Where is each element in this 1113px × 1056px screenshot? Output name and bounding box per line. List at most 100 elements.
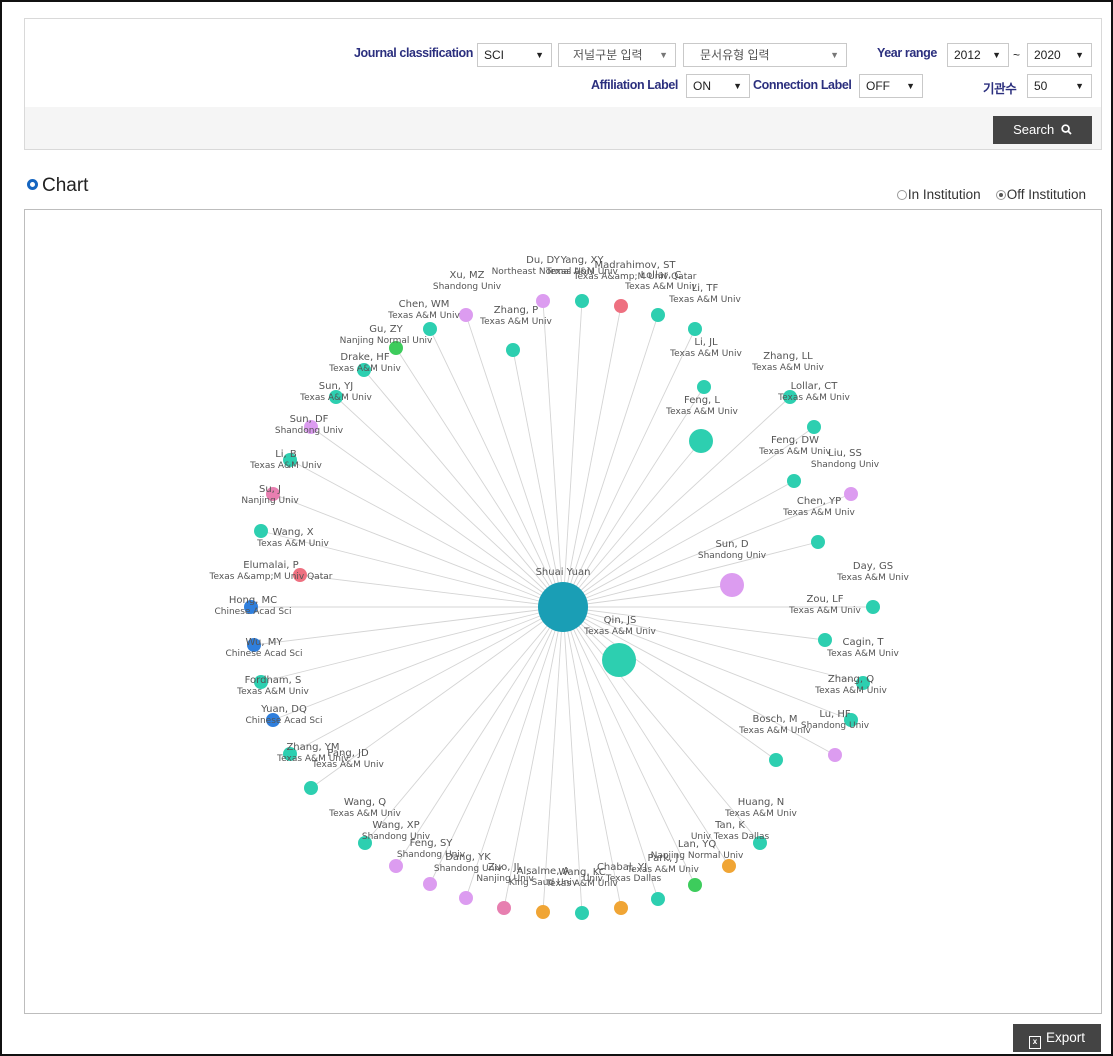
network-node[interactable]	[688, 878, 702, 892]
node-name-label: Du, DY	[526, 255, 561, 266]
network-node[interactable]	[459, 891, 473, 905]
network-node[interactable]	[651, 308, 665, 322]
node-name-label: Li, JL	[694, 337, 718, 348]
node-name-label: Drake, HF	[340, 352, 389, 363]
node-affiliation-label: Texas A&M Univ	[299, 393, 372, 403]
network-node[interactable]	[807, 420, 821, 434]
node-name-label: Wang, Q	[344, 797, 386, 808]
dropdown-arrow-icon: ▼	[1075, 50, 1084, 60]
node-name-label: Lollar, C	[641, 270, 682, 281]
network-node[interactable]	[575, 906, 589, 920]
journal-type-select[interactable]: 저널구분 입력 ▼	[558, 43, 676, 67]
node-name-label: Hong, MC	[229, 595, 277, 606]
node-name-label: Wu, MY	[246, 637, 284, 648]
dropdown-arrow-icon: ▼	[906, 81, 915, 91]
network-node[interactable]	[697, 380, 711, 394]
network-node[interactable]	[423, 877, 437, 891]
network-node[interactable]	[787, 474, 801, 488]
node-affiliation-label: Shandong Univ	[801, 721, 870, 731]
network-node[interactable]	[536, 905, 550, 919]
connection-label-value: OFF	[866, 79, 890, 93]
network-node[interactable]	[423, 322, 437, 336]
node-affiliation-label: Nanjing Univ	[241, 496, 299, 506]
network-node[interactable]	[844, 487, 858, 501]
connection-label-select[interactable]: OFF ▼	[859, 74, 923, 98]
network-node[interactable]	[614, 299, 628, 313]
node-name-label: Yuan, DQ	[260, 704, 307, 715]
dropdown-arrow-icon: ▼	[1075, 81, 1084, 91]
institution-count-select[interactable]: 50 ▼	[1027, 74, 1092, 98]
node-affiliation-label: Texas A&M Univ	[624, 282, 697, 292]
network-chart-panel: Du, DY Northeast Normal Univ Yang, XY Texas…	[24, 209, 1102, 1014]
network-node[interactable]	[811, 535, 825, 549]
dropdown-arrow-icon: ▼	[992, 50, 1001, 60]
network-edge	[253, 606, 564, 646]
node-affiliation-label: Texas A&M Univ	[788, 606, 861, 616]
dropdown-arrow-icon: ▼	[733, 81, 742, 91]
node-name-label: Sun, YJ	[319, 381, 353, 392]
node-affiliation-label: Texas A&M Univ	[387, 311, 460, 321]
year-to-value: 2020	[1034, 48, 1061, 62]
document-type-select[interactable]: 문서유형 입력 ▼	[683, 43, 847, 67]
filter-panel: Journal classification SCI ▼ 저널구분 입력 ▼ 문서유…	[24, 18, 1102, 150]
year-to-select[interactable]: 2020 ▼	[1027, 43, 1092, 67]
center-node[interactable]	[538, 582, 588, 632]
radio-in-institution-label: In Institution	[907, 187, 981, 202]
network-edge	[299, 574, 564, 608]
node-name-label: Wang, XP	[372, 820, 419, 831]
node-name-label: Chen, WM	[399, 299, 450, 310]
network-node[interactable]	[459, 308, 473, 322]
network-node[interactable]	[722, 859, 736, 873]
network-node[interactable]	[614, 901, 628, 915]
network-node[interactable]	[689, 429, 713, 453]
network-node[interactable]	[866, 600, 880, 614]
node-name-label: Sun, D	[715, 539, 748, 550]
network-edge	[272, 493, 564, 608]
network-node[interactable]	[575, 294, 589, 308]
node-name-label: Feng, L	[684, 395, 720, 406]
network-node[interactable]	[720, 573, 744, 597]
node-affiliation-label: Nanjing Normal Univ	[340, 336, 433, 346]
node-affiliation-label: Texas A&M Univ	[236, 687, 309, 697]
export-button-label: Export	[1045, 1030, 1086, 1045]
network-edge	[542, 300, 564, 608]
network-node[interactable]	[818, 633, 832, 647]
node-affiliation-label: Texas A&M Univ	[479, 317, 552, 327]
journal-classification-select[interactable]: SCI ▼	[477, 43, 552, 67]
affiliation-label-select[interactable]: ON ▼	[686, 74, 750, 98]
network-edge	[562, 541, 819, 608]
node-affiliation-label: Texas A&M Univ	[758, 447, 831, 457]
network-node[interactable]	[497, 901, 511, 915]
network-node[interactable]	[254, 524, 268, 538]
export-button[interactable]: x Export	[1013, 1024, 1101, 1052]
node-name-label: Chen, YP	[797, 496, 841, 507]
node-name-label: Tan, K	[714, 820, 745, 831]
dropdown-arrow-icon: ▼	[659, 50, 668, 60]
network-node[interactable]	[688, 322, 702, 336]
affiliation-label-value: ON	[693, 79, 711, 93]
journal-classification-value: SCI	[484, 48, 505, 62]
network-node[interactable]	[769, 753, 783, 767]
network-node[interactable]	[602, 643, 636, 677]
node-affiliation-label: Texas A&M Univ	[328, 809, 401, 819]
node-affiliation-label: Texas A&amp;M Univ Qatar	[209, 572, 333, 582]
node-affiliation-label: Texas A&M Univ	[669, 349, 742, 359]
node-affiliation-label: Texas A&M Univ	[256, 539, 329, 549]
network-node[interactable]	[389, 859, 403, 873]
node-name-label: Qin, JS	[604, 615, 637, 626]
radio-off-institution[interactable]: Off Institution	[995, 187, 1086, 202]
node-affiliation-label: Texas A&M Univ	[276, 754, 349, 764]
network-edge	[272, 606, 564, 721]
network-node[interactable]	[828, 748, 842, 762]
node-affiliation-label: Texas A&M Univ	[751, 363, 824, 373]
network-node[interactable]	[651, 892, 665, 906]
network-node[interactable]	[304, 781, 318, 795]
network-edge	[335, 396, 564, 608]
radio-in-institution[interactable]: In Institution	[896, 187, 981, 202]
journal-type-placeholder: 저널구분 입력	[573, 48, 643, 62]
document-type-placeholder: 문서유형 입력	[700, 48, 770, 62]
year-from-select[interactable]: 2012 ▼	[947, 43, 1009, 67]
network-chart[interactable]: Du, DYNortheast Normal UnivYang, XYTexas…	[25, 210, 1103, 1015]
search-button[interactable]: Search	[993, 116, 1092, 144]
network-node[interactable]	[506, 343, 520, 357]
